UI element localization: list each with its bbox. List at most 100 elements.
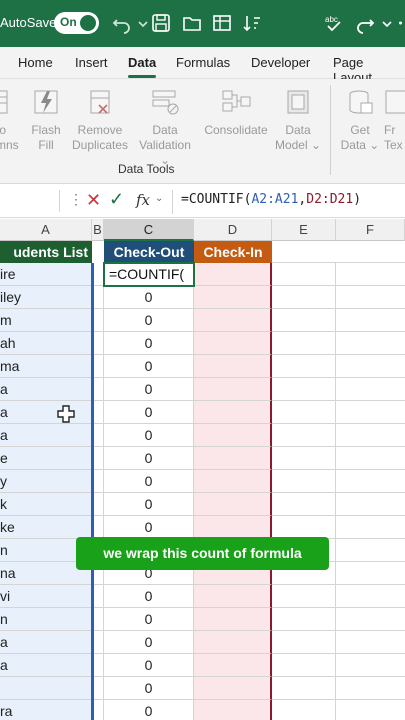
- from-text-button[interactable]: Fr Tex: [384, 85, 405, 153]
- autosave-toggle[interactable]: On: [54, 12, 99, 34]
- cell-student-name[interactable]: k: [0, 493, 92, 516]
- cell-check-out[interactable]: 0: [104, 654, 194, 677]
- cell-check-in[interactable]: [194, 401, 272, 424]
- cell-check-in[interactable]: [194, 654, 272, 677]
- cell-f[interactable]: [336, 286, 405, 309]
- cell-student-name[interactable]: a: [0, 631, 92, 654]
- cell-e[interactable]: [272, 378, 336, 401]
- spelling-icon[interactable]: abc: [323, 12, 345, 34]
- cell-e[interactable]: [272, 700, 336, 720]
- cell-check-in[interactable]: [194, 677, 272, 700]
- cell-check-in[interactable]: [194, 332, 272, 355]
- table-icon[interactable]: [211, 12, 233, 34]
- cell-f[interactable]: [336, 516, 405, 539]
- cell-student-name[interactable]: ire: [0, 263, 92, 286]
- cell-check-in[interactable]: [194, 700, 272, 720]
- cell-student-name[interactable]: vi: [0, 585, 92, 608]
- cell-f[interactable]: [336, 355, 405, 378]
- header-cell-b[interactable]: [92, 241, 104, 263]
- cell-check-out[interactable]: 0: [104, 631, 194, 654]
- cell-f[interactable]: [336, 493, 405, 516]
- column-header-a[interactable]: A: [0, 219, 92, 241]
- column-header-e[interactable]: E: [272, 219, 336, 241]
- cell-e[interactable]: [272, 470, 336, 493]
- cell-e[interactable]: [272, 516, 336, 539]
- cell-student-name[interactable]: a: [0, 401, 92, 424]
- header-cell-check-out[interactable]: Check-Out: [104, 241, 194, 263]
- column-header-b[interactable]: B: [92, 219, 104, 241]
- cell-check-in[interactable]: [194, 263, 272, 286]
- tab-home[interactable]: Home: [18, 55, 53, 70]
- cell-student-name[interactable]: a: [0, 378, 92, 401]
- cell-check-in[interactable]: [194, 470, 272, 493]
- cell-student-name[interactable]: ke: [0, 516, 92, 539]
- cell-check-in[interactable]: [194, 516, 272, 539]
- get-data-button[interactable]: Get Data ⌄: [340, 85, 380, 153]
- cell-student-name[interactable]: n: [0, 608, 92, 631]
- cell-student-name[interactable]: iley: [0, 286, 92, 309]
- cell-e[interactable]: [272, 677, 336, 700]
- tab-developer[interactable]: Developer: [251, 55, 310, 70]
- remove-duplicates-button[interactable]: Remove Duplicates: [70, 85, 130, 153]
- cell-e[interactable]: [272, 493, 336, 516]
- formula-input[interactable]: =COUNTIF(A2:A21,D2:D21): [172, 190, 405, 214]
- undo-dropdown-icon[interactable]: [132, 12, 148, 34]
- undo-icon[interactable]: [111, 12, 133, 34]
- cell-check-in[interactable]: [194, 608, 272, 631]
- cell-f[interactable]: [336, 608, 405, 631]
- cell-student-name[interactable]: [0, 677, 92, 700]
- column-header-c[interactable]: C: [104, 219, 194, 241]
- cell-e[interactable]: [272, 332, 336, 355]
- cell-e[interactable]: [272, 263, 336, 286]
- cell-student-name[interactable]: a: [0, 654, 92, 677]
- cell-check-in[interactable]: [194, 424, 272, 447]
- active-cell-c2[interactable]: =COUNTIF(: [103, 262, 195, 287]
- name-box[interactable]: [0, 190, 60, 212]
- chevron-down-icon[interactable]: ⌄: [155, 193, 163, 204]
- cell-f[interactable]: [336, 263, 405, 286]
- tab-data[interactable]: Data: [128, 55, 156, 70]
- cancel-icon[interactable]: ✕: [86, 190, 101, 211]
- cell-check-in[interactable]: [194, 309, 272, 332]
- cell-e[interactable]: [272, 631, 336, 654]
- cell-f[interactable]: [336, 470, 405, 493]
- cell-check-out[interactable]: 0: [104, 470, 194, 493]
- header-cell-empty[interactable]: [272, 241, 405, 263]
- tab-insert[interactable]: Insert: [75, 55, 108, 70]
- cell-f[interactable]: [336, 401, 405, 424]
- folder-icon[interactable]: [181, 12, 203, 34]
- cell-e[interactable]: [272, 585, 336, 608]
- cell-check-out[interactable]: 0: [104, 355, 194, 378]
- header-cell-students-list[interactable]: udents List: [0, 241, 92, 263]
- more-icon[interactable]: [392, 12, 405, 34]
- sort-icon[interactable]: [241, 12, 263, 34]
- cell-check-in[interactable]: [194, 355, 272, 378]
- consolidate-button[interactable]: Consolidate: [204, 85, 268, 138]
- cell-check-in[interactable]: [194, 447, 272, 470]
- cell-e[interactable]: [272, 654, 336, 677]
- cell-f[interactable]: [336, 447, 405, 470]
- cell-check-in[interactable]: [194, 286, 272, 309]
- cell-check-out[interactable]: 0: [104, 286, 194, 309]
- cell-f[interactable]: [336, 677, 405, 700]
- cell-student-name[interactable]: a: [0, 424, 92, 447]
- data-validation-button[interactable]: Data Validation ⌄: [134, 85, 196, 168]
- cell-check-in[interactable]: [194, 631, 272, 654]
- tab-formulas[interactable]: Formulas: [176, 55, 230, 70]
- cell-f[interactable]: [336, 309, 405, 332]
- cell-check-out[interactable]: 0: [104, 608, 194, 631]
- cell-check-out[interactable]: 0: [104, 332, 194, 355]
- redo-icon[interactable]: [354, 12, 376, 34]
- cell-student-name[interactable]: m: [0, 309, 92, 332]
- cell-check-out[interactable]: 0: [104, 309, 194, 332]
- column-header-d[interactable]: D: [194, 219, 272, 241]
- cell-check-out[interactable]: 0: [104, 447, 194, 470]
- header-cell-check-in[interactable]: Check-In: [194, 241, 272, 263]
- cell-f[interactable]: [336, 562, 405, 585]
- cell-student-name[interactable]: y: [0, 470, 92, 493]
- cell-f[interactable]: [336, 585, 405, 608]
- cell-check-out[interactable]: 0: [104, 516, 194, 539]
- cell-check-out[interactable]: 0: [104, 700, 194, 720]
- cell-check-out[interactable]: 0: [104, 401, 194, 424]
- more-options-icon[interactable]: ⋮: [69, 191, 83, 208]
